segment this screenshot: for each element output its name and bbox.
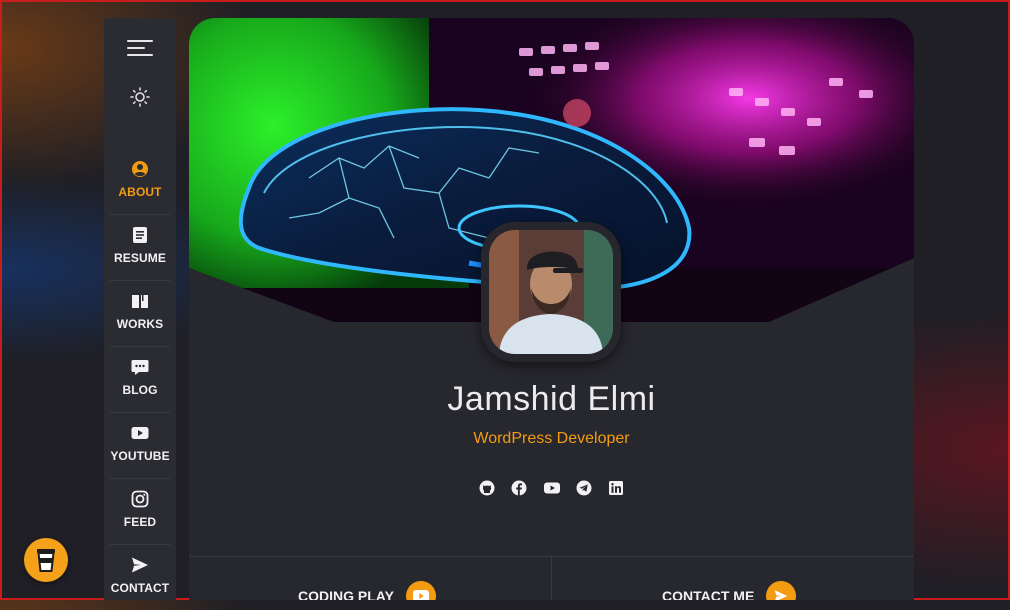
telegram-icon[interactable]	[576, 480, 592, 496]
sidebar-item-label: ABOUT	[118, 185, 162, 199]
profile-card: Jamshid Elmi WordPress Developer CODING …	[189, 18, 914, 600]
avatar	[489, 230, 613, 354]
sidebar-item-label: FEED	[123, 515, 157, 529]
sidebar: ABOUT RESUME WORKS BLOG YOUTUBE FEED CON…	[104, 18, 176, 600]
send-icon	[766, 581, 797, 600]
youtube-icon	[405, 581, 436, 600]
chat-bubble-icon	[131, 360, 149, 375]
sidebar-item-label: CONTACT	[110, 581, 170, 595]
sidebar-item-label: RESUME	[114, 251, 166, 265]
sidebar-item-label: YOUTUBE	[110, 449, 170, 463]
sidebar-item-youtube[interactable]: YOUTUBE	[110, 412, 170, 479]
profile-name: Jamshid Elmi	[447, 380, 656, 418]
document-icon	[133, 227, 147, 243]
sidebar-item-feed[interactable]: FEED	[110, 478, 170, 545]
menu-icon[interactable]	[127, 40, 153, 58]
avatar-frame	[481, 222, 621, 362]
coffee-cup-icon	[37, 549, 55, 572]
youtube-icon	[131, 427, 149, 439]
sidebar-item-blog[interactable]: BLOG	[110, 346, 170, 413]
send-icon	[132, 557, 148, 573]
sidebar-item-label: BLOG	[122, 383, 158, 397]
instagram-icon	[131, 490, 149, 508]
contact-me-label: CONTACT ME	[662, 588, 755, 600]
user-circle-icon	[132, 161, 148, 177]
coding-play-button[interactable]: CODING PLAY	[298, 581, 436, 600]
sidebar-item-contact[interactable]: CONTACT	[110, 544, 170, 610]
book-icon	[132, 295, 148, 308]
contact-me-button[interactable]: CONTACT ME	[662, 581, 797, 600]
youtube-icon[interactable]	[543, 480, 560, 496]
social-links	[479, 480, 624, 498]
profile-role: WordPress Developer	[473, 430, 630, 447]
action-bar: CODING PLAY CONTACT ME	[189, 556, 914, 600]
coding-play-label: CODING PLAY	[298, 588, 394, 600]
sidebar-item-works[interactable]: WORKS	[110, 280, 170, 347]
sidebar-item-resume[interactable]: RESUME	[110, 214, 170, 281]
buy-me-a-coffee-button[interactable]	[24, 538, 68, 582]
action-divider	[551, 557, 552, 600]
sidebar-item-label: WORKS	[116, 317, 164, 331]
github-icon[interactable]	[479, 480, 495, 496]
linkedin-icon[interactable]	[608, 480, 624, 496]
facebook-icon[interactable]	[511, 480, 527, 496]
theme-toggle-sun-icon[interactable]	[130, 87, 150, 107]
sidebar-item-about[interactable]: ABOUT	[110, 148, 170, 215]
